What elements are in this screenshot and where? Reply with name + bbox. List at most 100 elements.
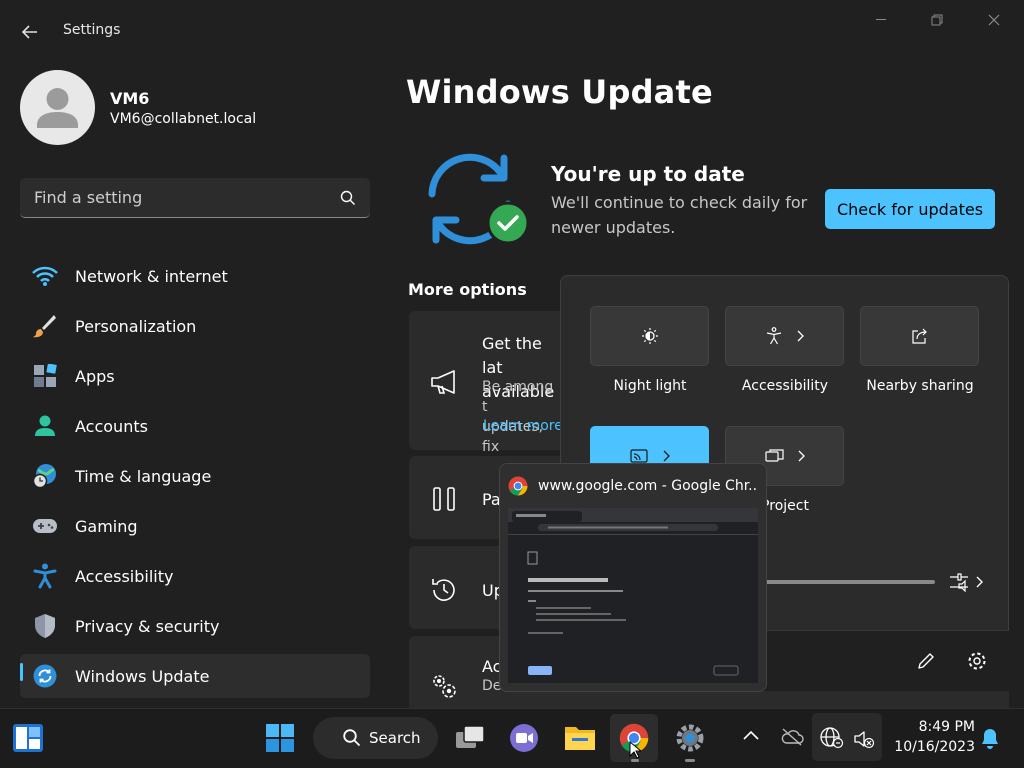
nearby-sharing-toggle[interactable] xyxy=(860,306,979,366)
sidebar-item-gaming[interactable]: Gaming xyxy=(20,504,370,548)
back-button[interactable] xyxy=(16,18,44,46)
person-icon xyxy=(32,413,58,439)
sidebar-item-accounts[interactable]: Accounts xyxy=(20,404,370,448)
clock-date[interactable]: 10/16/2023 xyxy=(880,739,975,755)
chevron-up-icon xyxy=(743,730,759,740)
gears-icon xyxy=(430,672,458,700)
search-icon xyxy=(343,729,361,747)
taskbar-search-label: Search xyxy=(369,729,421,747)
sidebar-item-label: Privacy & security xyxy=(75,616,220,636)
chevron-right-icon xyxy=(798,450,805,462)
audio-output-button[interactable] xyxy=(948,572,984,592)
running-indicator xyxy=(685,759,695,762)
page-title: Windows Update xyxy=(406,73,713,111)
maximize-button[interactable] xyxy=(914,8,960,32)
accessibility-icon xyxy=(766,327,781,345)
back-arrow-icon xyxy=(22,25,37,39)
minimize-button[interactable] xyxy=(858,8,904,32)
preview-thumbnail xyxy=(508,508,758,683)
show-hidden-icons-button[interactable] xyxy=(743,730,759,740)
user-name: VM6 xyxy=(110,89,150,108)
sidebar-item-label: Apps xyxy=(75,366,115,386)
sidebar-item-time-language[interactable]: Time & language xyxy=(20,454,370,498)
avatar[interactable] xyxy=(20,70,95,145)
sidebar-item-label: Network & internet xyxy=(75,266,228,286)
pause-icon xyxy=(432,487,456,511)
sidebar-item-label: Accessibility xyxy=(75,566,174,586)
start-button[interactable] xyxy=(256,714,304,762)
gamepad-icon xyxy=(32,513,58,539)
preview-window-title: www.google.com - Google Chr... xyxy=(538,478,756,494)
update-icon xyxy=(32,663,58,689)
update-status-title: You're up to date xyxy=(551,162,745,186)
user-silhouette-icon xyxy=(37,88,78,128)
sidebar-item-personalization[interactable]: Personalization xyxy=(20,304,370,348)
update-status-subtitle: We'll continue to check daily for newer … xyxy=(551,193,808,237)
taskbar-search[interactable]: Search xyxy=(313,717,438,759)
settings-search-input[interactable] xyxy=(20,178,330,216)
sidebar-item-privacy-security[interactable]: Privacy & security xyxy=(20,604,370,648)
windows-logo-icon xyxy=(266,724,294,752)
video-chat-icon xyxy=(510,724,538,752)
all-settings-button[interactable] xyxy=(967,651,987,671)
restore-icon xyxy=(931,14,943,26)
notifications-bell-icon[interactable] xyxy=(980,727,1000,749)
widgets-icon xyxy=(13,724,43,752)
sidebar-item-network[interactable]: Network & internet xyxy=(20,254,370,298)
windows-update-status-icon xyxy=(418,150,530,250)
globe-clock-icon xyxy=(32,463,58,489)
user-email: VM6@collabnet.local xyxy=(110,111,257,127)
card-description: Be among t updates, fix xyxy=(482,377,562,457)
sidebar-item-label: Gaming xyxy=(75,516,138,536)
audio-mixer-icon xyxy=(950,573,983,592)
pencil-icon xyxy=(918,653,934,669)
mouse-cursor-icon xyxy=(629,741,641,759)
learn-more-link[interactable]: Learn more xyxy=(483,418,563,434)
selected-indicator xyxy=(20,663,23,681)
file-explorer-button[interactable] xyxy=(556,714,604,762)
onedrive-icon[interactable] xyxy=(780,727,804,747)
megaphone-icon xyxy=(430,369,460,395)
settings-taskbar-button[interactable] xyxy=(666,714,714,762)
volume-slider[interactable] xyxy=(765,580,935,584)
volume-muted-icon xyxy=(853,729,875,749)
apps-icon xyxy=(32,363,58,389)
folder-icon xyxy=(565,727,595,750)
sidebar-item-accessibility[interactable]: Accessibility xyxy=(20,554,370,598)
gear-icon xyxy=(968,652,986,670)
close-button[interactable] xyxy=(971,8,1017,32)
night-light-icon xyxy=(641,328,658,344)
check-for-updates-button[interactable]: Check for updates xyxy=(825,189,995,229)
share-icon xyxy=(911,328,927,344)
search-icon[interactable] xyxy=(340,190,356,206)
sidebar-item-windows-update[interactable]: Windows Update xyxy=(20,654,370,698)
chevron-right-icon xyxy=(663,450,670,462)
chevron-right-icon xyxy=(797,330,804,342)
minimize-icon xyxy=(876,19,886,20)
running-indicator xyxy=(631,759,639,762)
brush-icon xyxy=(32,313,58,339)
sidebar-item-apps[interactable]: Apps xyxy=(20,354,370,398)
edit-quick-settings-button[interactable] xyxy=(916,651,936,671)
sidebar-item-label: Personalization xyxy=(75,316,197,336)
card-title: Pa xyxy=(482,490,501,509)
night-light-toggle[interactable] xyxy=(590,306,709,366)
widgets-button[interactable] xyxy=(12,723,44,753)
app-title: Settings xyxy=(63,22,121,38)
gear-icon xyxy=(676,724,704,752)
clock-time[interactable]: 8:49 PM xyxy=(905,719,975,735)
sidebar-item-label: Windows Update xyxy=(75,666,210,686)
sidebar-item-label: Time & language xyxy=(75,466,212,486)
qs-tile-label: Nearby sharing xyxy=(866,378,974,394)
accessibility-quick-tile[interactable] xyxy=(725,306,844,366)
shield-icon xyxy=(32,613,58,639)
more-options-heading: More options xyxy=(408,280,527,299)
settings-search-box[interactable] xyxy=(20,178,370,218)
history-icon xyxy=(430,576,458,604)
accessibility-icon xyxy=(32,563,58,589)
card-title-line1: Get the lat xyxy=(482,334,542,377)
teams-chat-button[interactable] xyxy=(500,714,548,762)
wifi-icon xyxy=(32,263,58,289)
task-view-button[interactable] xyxy=(446,714,494,762)
sidebar-item-label: Accounts xyxy=(75,416,148,436)
